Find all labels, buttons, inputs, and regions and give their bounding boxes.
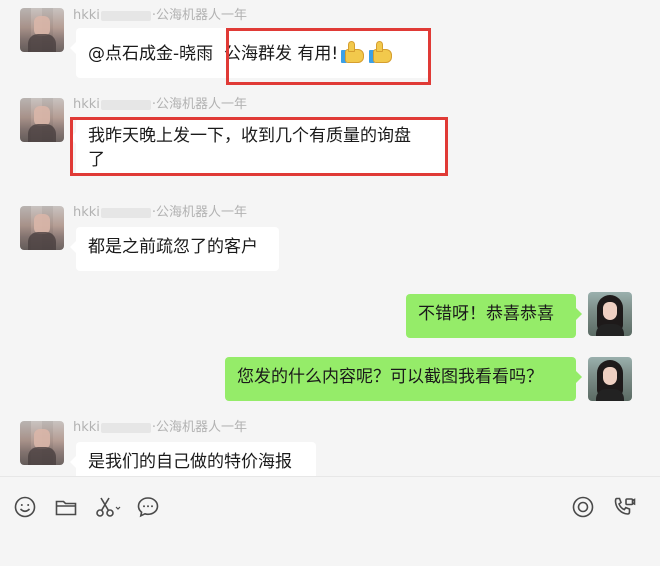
peer-avatar[interactable] [20,98,64,142]
message-bubble[interactable]: @点石成金-晓雨 公海群发 有用! [70,28,430,78]
peer-avatar[interactable] [20,421,64,465]
peer-avatar[interactable] [20,8,64,52]
sender-name: hkki ·公海机器人一年 [73,8,248,23]
self-avatar[interactable] [588,292,632,336]
highlighted-text: 公海群发 有用! [223,44,339,64]
video-call-icon[interactable] [612,495,636,519]
sender-name: hkki ·公海机器人一年 [73,420,248,435]
chat-message-area: hkki ·公海机器人一年 @点石成金-晓雨 公海群发 有用! hkki ·公海机器… [0,0,660,476]
sender-name: hkki ·公海机器人一年 [73,205,248,220]
thumbs-up-icon [341,40,366,64]
message-bubble[interactable]: 不错呀！恭喜恭喜 [406,294,582,338]
self-avatar[interactable] [588,357,632,401]
peer-avatar[interactable] [20,206,64,250]
message-bubble[interactable]: 您发的什么内容呢？可以截图我看看吗？ [225,357,582,401]
input-toolbar [0,476,660,566]
live-icon[interactable] [571,495,595,519]
message-text-line: 我昨天晚上发一下，收到几个有质量的询盘 [88,126,411,146]
message-bubble[interactable]: 是我们的自己做的特价海报 [70,442,316,476]
sender-name: hkki ·公海机器人一年 [73,97,248,112]
folder-icon[interactable] [54,495,78,519]
emoji-icon[interactable] [13,495,37,519]
message-bubble[interactable]: 都是之前疏忽了的客户 [70,227,279,271]
thumbs-up-icon [369,40,394,64]
message-text-line: 了 [88,150,105,170]
chat-bubble-icon[interactable] [136,495,160,519]
scissors-icon[interactable] [94,495,122,519]
message-bubble[interactable]: 我昨天晚上发一下，收到几个有质量的询盘 了 [70,118,445,176]
mention-text: @点石成金-晓雨 [88,44,214,64]
